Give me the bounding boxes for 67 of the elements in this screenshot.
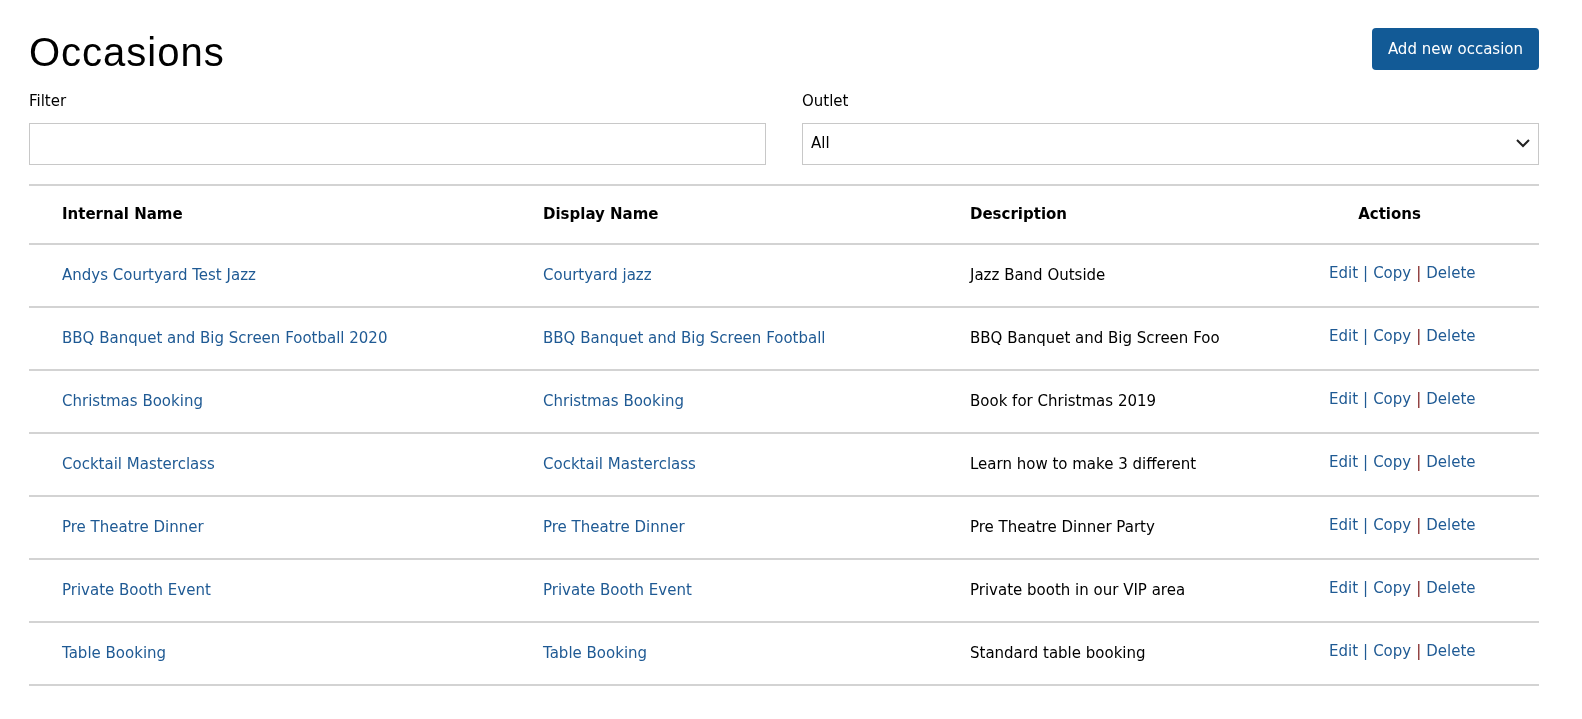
delete-link[interactable]: Delete: [1426, 513, 1476, 537]
description-cell-text: Book for Christmas 2019: [970, 390, 1158, 412]
separator: |: [1416, 577, 1422, 599]
edit-link[interactable]: Edit: [1329, 576, 1359, 600]
edit-link[interactable]: Edit: [1329, 639, 1359, 663]
internal-name-link[interactable]: Table Booking: [62, 641, 167, 665]
separator: |: [1416, 388, 1422, 410]
separator: |: [1416, 325, 1422, 347]
internal-name-link[interactable]: Pre Theatre Dinner: [62, 515, 204, 539]
edit-link[interactable]: Edit: [1329, 513, 1359, 537]
internal-name-link[interactable]: Private Booth Event: [62, 578, 211, 602]
description-cell-text: Pre Theatre Dinner Party: [970, 516, 1156, 538]
description-cell-text: Learn how to make 3 different: [970, 453, 1198, 475]
filter-label: Filter: [29, 91, 68, 112]
description-cell-text: Private booth in our VIP area: [970, 579, 1187, 601]
display-name-link[interactable]: Courtyard jazz: [543, 263, 652, 287]
separator: |: [1363, 640, 1369, 662]
separator: |: [1416, 451, 1422, 473]
delete-link[interactable]: Delete: [1426, 261, 1476, 285]
edit-link[interactable]: Edit: [1329, 261, 1359, 285]
chevron-down-icon: [1516, 139, 1530, 148]
edit-link[interactable]: Edit: [1329, 324, 1359, 348]
separator: |: [1363, 388, 1369, 410]
outlet-select[interactable]: All: [802, 122, 1539, 165]
column-header: Description: [970, 203, 1069, 225]
page-title: Occasions: [29, 29, 225, 76]
delete-link[interactable]: Delete: [1426, 450, 1476, 474]
internal-name-link[interactable]: Andys Courtyard Test Jazz: [62, 263, 256, 287]
description-cell-text: Standard table booking: [970, 642, 1147, 664]
internal-name-link[interactable]: Cocktail Masterclass: [62, 452, 215, 476]
copy-link[interactable]: Copy: [1373, 261, 1412, 285]
column-header: Actions: [1357, 203, 1422, 225]
display-name-link[interactable]: Private Booth Event: [543, 578, 692, 602]
internal-name-link[interactable]: BBQ Banquet and Big Screen Football 2020: [62, 326, 388, 350]
add-occasion-button[interactable]: Add new occasion: [1371, 28, 1539, 70]
column-header: Display Name: [543, 203, 660, 225]
copy-link[interactable]: Copy: [1373, 450, 1412, 474]
separator: |: [1416, 514, 1422, 536]
display-name-link[interactable]: Table Booking: [543, 641, 648, 665]
copy-link[interactable]: Copy: [1373, 387, 1412, 411]
column-header: Internal Name: [62, 203, 184, 225]
copy-link[interactable]: Copy: [1373, 639, 1412, 663]
delete-link[interactable]: Delete: [1426, 639, 1476, 663]
separator: |: [1363, 577, 1369, 599]
display-name-link[interactable]: Pre Theatre Dinner: [543, 515, 685, 539]
filter-input[interactable]: [29, 122, 766, 165]
description-cell-text: BBQ Banquet and Big Screen Foo: [970, 327, 1221, 349]
display-name-link[interactable]: BBQ Banquet and Big Screen Football: [543, 326, 826, 350]
copy-link[interactable]: Copy: [1373, 513, 1412, 537]
copy-link[interactable]: Copy: [1373, 324, 1412, 348]
edit-link[interactable]: Edit: [1329, 450, 1359, 474]
separator: |: [1363, 451, 1369, 473]
separator: |: [1363, 262, 1369, 284]
separator: |: [1416, 640, 1422, 662]
delete-link[interactable]: Delete: [1426, 576, 1476, 600]
copy-link[interactable]: Copy: [1373, 576, 1412, 600]
separator: |: [1363, 325, 1369, 347]
delete-link[interactable]: Delete: [1426, 324, 1476, 348]
outlet-label: Outlet: [802, 91, 850, 112]
description-cell-text: Jazz Band Outside: [970, 264, 1107, 286]
edit-link[interactable]: Edit: [1329, 387, 1359, 411]
separator: |: [1363, 514, 1369, 536]
delete-link[interactable]: Delete: [1426, 387, 1476, 411]
internal-name-link[interactable]: Christmas Booking: [62, 389, 203, 413]
separator: |: [1416, 262, 1422, 284]
display-name-link[interactable]: Cocktail Masterclass: [543, 452, 696, 476]
display-name-link[interactable]: Christmas Booking: [543, 389, 684, 413]
